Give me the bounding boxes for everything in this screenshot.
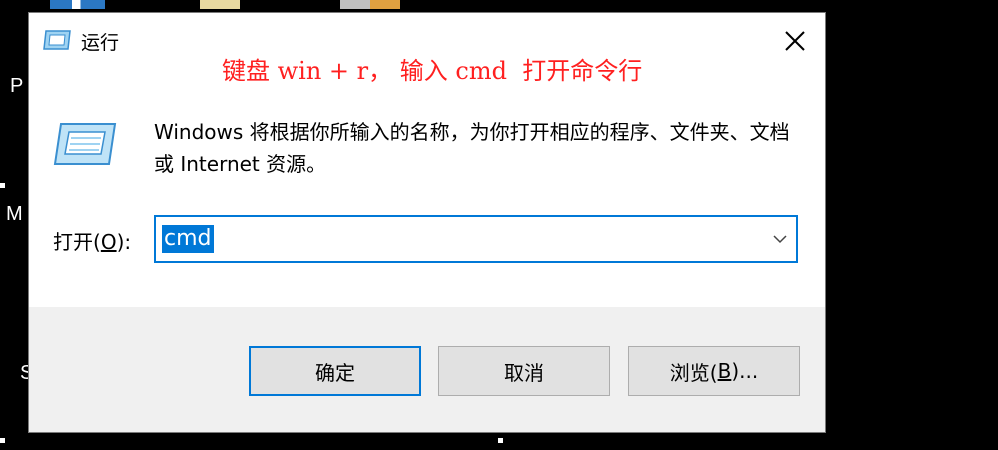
ok-button-label: 确定 [315,360,355,385]
desktop-icon-label-fragment: P [10,75,24,97]
browse-button[interactable]: 浏览(B)... [628,346,800,396]
instruction-annotation: 键盘 win + r， 输入 cmd 打开命令行 [222,57,643,85]
dialog-description: Windows 将根据你所输入的名称，为你打开相应的程序、文件夹、文档或 Int… [154,120,790,176]
open-label-suffix: ): [116,230,132,254]
run-app-icon [43,30,71,50]
ok-button[interactable]: 确定 [249,346,421,396]
open-label-prefix: 打开( [53,230,101,254]
browse-label-accesskey: B [717,359,732,383]
open-input[interactable]: cmd [162,225,214,253]
desktop-icon[interactable] [340,0,400,9]
close-button[interactable] [775,23,815,59]
desktop-icon[interactable] [200,0,240,9]
desktop-icon[interactable] [50,0,105,9]
desktop-selection-handle [498,438,503,443]
cancel-button[interactable]: 取消 [438,346,610,396]
desktop-selection-handle [0,438,5,443]
chevron-down-icon[interactable] [772,231,788,247]
open-label-accesskey: O [100,230,117,254]
desktop-selection-handle [0,183,5,188]
desktop-icon-label-fragment: M [6,203,23,225]
run-dialog: 运行 键盘 win + r， 输入 cmd 打开命令行 Windows 将根据你… [28,12,826,433]
run-app-icon [53,123,117,165]
open-field-label: 打开(O): [53,226,131,255]
browse-label-suffix: )... [731,359,759,383]
open-combobox[interactable]: cmd [154,215,798,263]
cancel-button-label: 取消 [504,360,544,385]
browse-label-prefix: 浏览( [669,360,718,385]
close-icon [785,31,805,51]
dialog-title: 运行 [81,32,120,54]
